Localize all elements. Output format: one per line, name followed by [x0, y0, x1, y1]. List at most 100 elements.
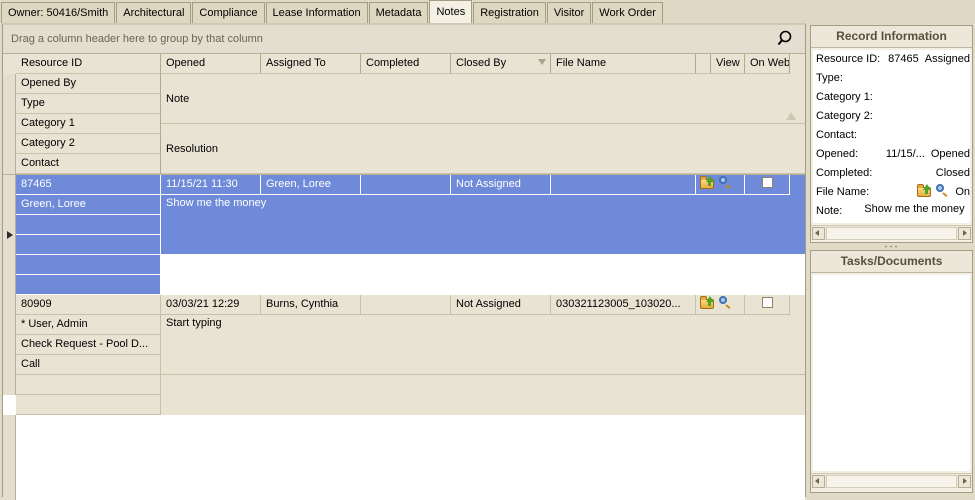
cell-resolution[interactable] [161, 375, 805, 415]
column-header-view[interactable]: View [711, 54, 745, 74]
cell-category2[interactable] [16, 375, 161, 395]
folder-upload-icon[interactable] [700, 176, 715, 189]
tab-work-order[interactable]: Work Order [592, 2, 663, 23]
scroll-track[interactable] [826, 474, 957, 488]
cell-on-web[interactable] [745, 175, 790, 195]
cell-file-name[interactable]: 030321123005_103020... [551, 295, 696, 315]
tab-owner-50416-smith[interactable]: Owner: 50416/Smith [1, 2, 116, 23]
scroll-left-button[interactable] [812, 226, 825, 240]
cell-opened-by[interactable]: Green, Loree [16, 195, 161, 215]
panel-splitter[interactable] [810, 243, 973, 250]
detail-header-note[interactable]: Note [161, 74, 805, 124]
column-header-closed-by[interactable]: Closed By [451, 54, 551, 74]
cell-category1[interactable]: Call [16, 355, 161, 375]
magnifier-icon[interactable] [935, 184, 949, 197]
cell-on-web[interactable] [745, 295, 790, 315]
cell-contact[interactable] [16, 275, 161, 295]
field-value [857, 126, 970, 145]
row-body[interactable]: 80909 03/03/21 12:29 Burns, Cynthia Not Ass… [16, 295, 805, 415]
tab-architectural[interactable]: Architectural [116, 2, 192, 23]
record-information-note: Note: Show me the money [813, 202, 970, 221]
record-field-opened: Opened: 11/15/... Opened [813, 145, 970, 164]
cell-resource-id[interactable]: 87465 [16, 175, 161, 195]
tab-compliance[interactable]: Compliance [192, 2, 265, 23]
field-label: Contact: [816, 129, 857, 141]
row-body[interactable]: 87465 11/15/21 11:30 Green, Loree Not Assig… [16, 175, 805, 295]
cell-contact[interactable] [16, 395, 161, 415]
cell-file-name[interactable] [551, 175, 696, 195]
application-window: Owner: 50416/Smith Architectural Complianc… [0, 0, 975, 500]
cell-view-actions[interactable] [696, 175, 745, 195]
on-web-checkbox[interactable] [761, 297, 773, 308]
stacked-header-type[interactable]: Type [16, 94, 161, 114]
notes-grid-panel: Drag a column header here to group by th… [2, 23, 806, 500]
cell-category1[interactable] [16, 235, 161, 255]
cell-resource-id[interactable]: 80909 [16, 295, 161, 315]
cell-type[interactable] [16, 215, 161, 235]
cell-view-actions[interactable] [696, 295, 745, 315]
cell-assigned-to[interactable]: Green, Loree [261, 175, 361, 195]
cell-completed[interactable] [361, 175, 451, 195]
search-icon[interactable] [777, 29, 797, 49]
column-header-on-web[interactable]: On Web [745, 54, 790, 74]
row-indicator[interactable] [3, 295, 16, 395]
column-header-assigned-to[interactable]: Assigned To [261, 54, 361, 74]
stacked-header-opened-by[interactable]: Opened By [16, 74, 161, 94]
detail-header-resolution[interactable]: Resolution [161, 124, 805, 174]
table-row[interactable]: 80909 03/03/21 12:29 Burns, Cynthia Not Ass… [3, 295, 805, 415]
cell-opened[interactable]: 11/15/21 11:30 [161, 175, 261, 195]
field-value: 11/15/... [885, 148, 925, 160]
splitter-grip-icon [883, 245, 900, 248]
folder-upload-icon[interactable] [700, 296, 715, 309]
tab-metadata[interactable]: Metadata [368, 2, 429, 23]
field-value [843, 69, 970, 88]
record-info-hscrollbar[interactable] [811, 225, 972, 240]
cell-closed-by[interactable]: Not Assigned [451, 295, 551, 315]
stacked-header-body: Opened By Type Category 1 Category 2 Contact… [3, 74, 805, 174]
column-header-opened[interactable]: Opened [161, 54, 261, 74]
stacked-header-category-2[interactable]: Category 2 [16, 134, 161, 154]
folder-upload-icon[interactable] [917, 184, 932, 197]
magnifier-icon[interactable] [718, 176, 732, 189]
stacked-header-category-1[interactable]: Category 1 [16, 114, 161, 134]
cell-assigned-to[interactable]: Burns, Cynthia [261, 295, 361, 315]
current-row-arrow-icon [7, 231, 13, 239]
row-indicator[interactable] [3, 175, 16, 295]
column-header-completed[interactable]: Completed [361, 54, 451, 74]
scroll-right-button[interactable] [958, 474, 971, 488]
cell-note[interactable]: Start typing [161, 315, 805, 375]
cell-closed-by[interactable]: Not Assigned [451, 175, 551, 195]
on-web-checkbox[interactable] [761, 177, 773, 188]
row-primary-line[interactable]: 87465 11/15/21 11:30 Green, Loree Not Assig… [16, 175, 805, 195]
cell-opened[interactable]: 03/03/21 12:29 [161, 295, 261, 315]
cell-note[interactable]: Show me the money [161, 195, 805, 255]
tab-visitor[interactable]: Visitor [546, 2, 592, 23]
note-label: Note: [816, 205, 843, 217]
scroll-right-button[interactable] [958, 226, 971, 240]
cell-completed[interactable] [361, 295, 451, 315]
resize-grip-icon[interactable] [786, 112, 796, 120]
column-header-blank[interactable] [696, 54, 711, 74]
record-field-resource-id: Resource ID: 87465 Assigned [813, 50, 970, 69]
stacked-header-contact[interactable]: Contact [16, 154, 161, 174]
column-header-resource-id[interactable]: Resource ID [16, 54, 161, 74]
column-header-file-name[interactable]: File Name [551, 54, 696, 74]
row-primary-line[interactable]: 80909 03/03/21 12:29 Burns, Cynthia Not Ass… [16, 295, 805, 315]
filter-icon[interactable] [538, 59, 546, 65]
record-information-body: Resource ID: 87465 Assigned Type: Category 1… [813, 50, 970, 223]
tab-lease-information[interactable]: Lease Information [265, 2, 368, 23]
scroll-track[interactable] [826, 226, 957, 240]
cell-resolution[interactable] [161, 255, 805, 295]
group-by-bar[interactable]: Drag a column header here to group by th… [3, 25, 805, 54]
tasks-hscrollbar[interactable] [811, 473, 972, 488]
scroll-left-button[interactable] [812, 474, 825, 488]
tab-notes[interactable]: Notes [429, 0, 473, 23]
record-field-completed: Completed: Closed [813, 164, 970, 183]
table-row[interactable]: 87465 11/15/21 11:30 Green, Loree Not Assig… [3, 175, 805, 295]
row-note-resolution: Show me the money [161, 195, 805, 295]
cell-category2[interactable] [16, 255, 161, 275]
cell-type[interactable]: Check Request - Pool D... [16, 335, 161, 355]
cell-opened-by[interactable]: * User, Admin [16, 315, 161, 335]
magnifier-icon[interactable] [718, 296, 732, 309]
tab-registration[interactable]: Registration [473, 2, 546, 23]
